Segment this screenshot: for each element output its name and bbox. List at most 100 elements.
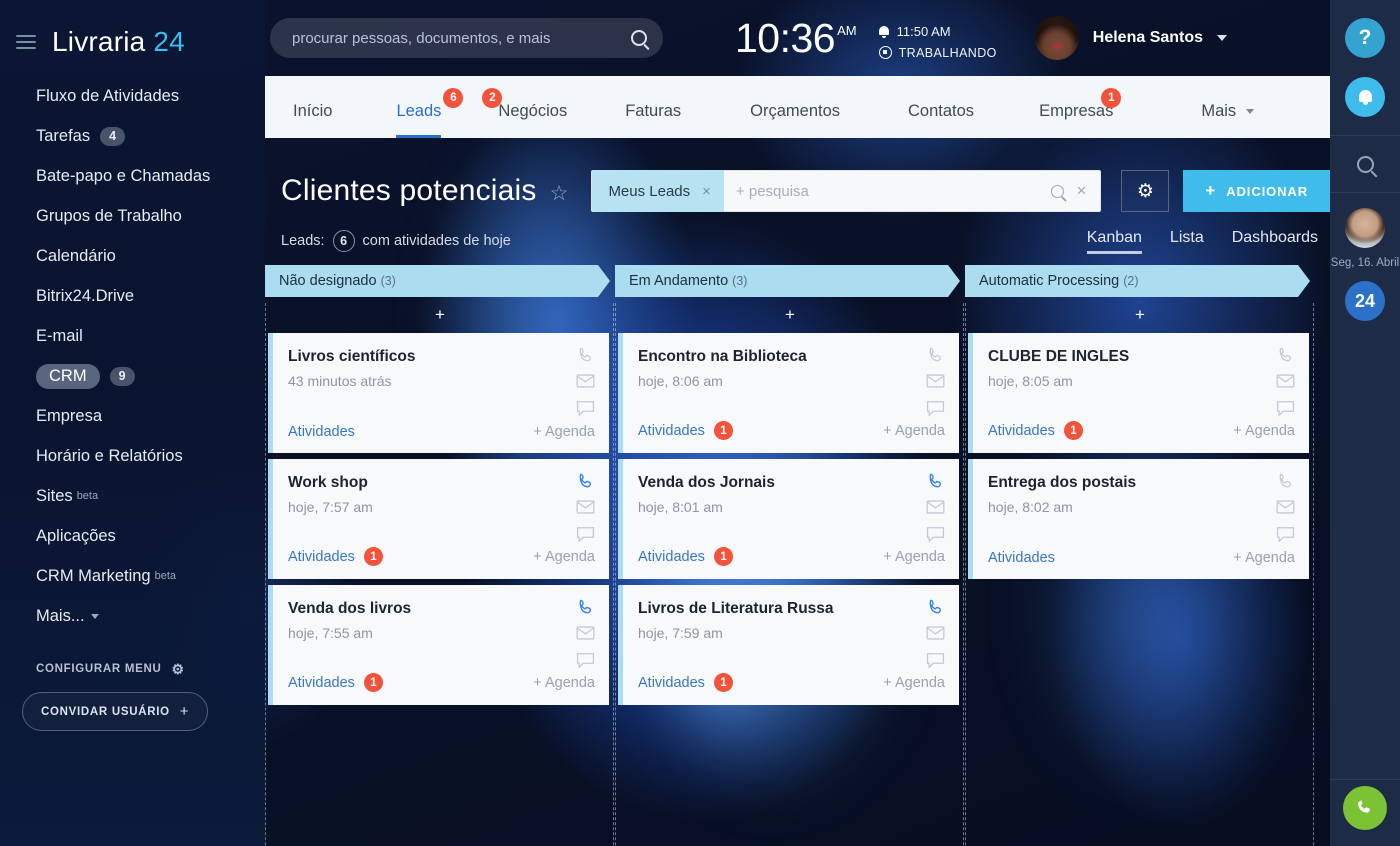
tab-faturas[interactable]: Faturas: [625, 102, 681, 138]
invite-user-button[interactable]: CONVIDAR USUÁRIO +: [22, 692, 209, 731]
email-icon[interactable]: [926, 499, 945, 518]
tab-empresas[interactable]: Empresas 1: [1039, 88, 1122, 138]
search-icon[interactable]: [631, 30, 647, 46]
tab-dashboards[interactable]: Dashboards: [1232, 229, 1318, 253]
filter-search-input[interactable]: [723, 182, 1052, 200]
kanban-card[interactable]: CLUBE DE INGLES hoje, 8:05 am Atividades…: [968, 333, 1309, 453]
chat-icon[interactable]: [576, 652, 595, 671]
email-icon[interactable]: [1276, 373, 1295, 392]
configure-menu-button[interactable]: CONFIGURAR MENU ⚙: [36, 662, 265, 676]
search-input[interactable]: [292, 29, 631, 47]
phone-icon[interactable]: [1276, 346, 1295, 365]
sidebar-item-aplicacoes[interactable]: Aplicações: [0, 516, 265, 556]
add-agenda-link[interactable]: + Agenda: [533, 424, 595, 440]
activities-link[interactable]: Atividades: [288, 424, 355, 440]
user-menu[interactable]: Helena Santos: [1034, 16, 1228, 60]
kanban-card[interactable]: Venda dos Jornais hoje, 8:01 am Atividad…: [618, 459, 959, 579]
search-icon[interactable]: [1051, 184, 1065, 198]
kanban-add-card-button[interactable]: +: [615, 297, 965, 333]
activities-link[interactable]: Atividades: [638, 423, 705, 439]
activities-link[interactable]: Atividades: [638, 549, 705, 565]
add-agenda-link[interactable]: + Agenda: [533, 675, 595, 691]
phone-icon[interactable]: [576, 598, 595, 617]
chat-icon[interactable]: [926, 400, 945, 419]
tab-contatos[interactable]: Contatos: [908, 102, 974, 138]
add-agenda-link[interactable]: + Agenda: [883, 423, 945, 439]
filter-chip-meus-leads[interactable]: Meus Leads ×: [592, 170, 724, 212]
chat-icon[interactable]: [926, 652, 945, 671]
notifications-button[interactable]: [1345, 77, 1385, 117]
chat-icon[interactable]: [1276, 526, 1295, 545]
help-button[interactable]: ?: [1345, 18, 1385, 58]
phone-icon[interactable]: [926, 346, 945, 365]
sidebar-item-horario-e-relatorios[interactable]: Horário e Relatórios: [0, 436, 265, 476]
phone-icon[interactable]: [576, 472, 595, 491]
chat-icon[interactable]: [1276, 400, 1295, 419]
email-icon[interactable]: [926, 373, 945, 392]
tab-negocios[interactable]: Negócios 2: [482, 88, 567, 138]
activities-link[interactable]: Atividades: [638, 675, 705, 691]
kanban-column-header[interactable]: Não designado (3): [265, 265, 610, 297]
email-icon[interactable]: [1276, 499, 1295, 518]
add-button[interactable]: + ADICIONAR: [1183, 170, 1330, 212]
tab-orcamentos[interactable]: Orçamentos: [750, 102, 840, 138]
add-agenda-link[interactable]: + Agenda: [883, 675, 945, 691]
sidebar-item-sites[interactable]: Sites beta: [0, 476, 265, 516]
email-icon[interactable]: [576, 499, 595, 518]
close-icon[interactable]: ×: [702, 183, 711, 200]
work-status-row[interactable]: TRABALHANDO: [878, 46, 997, 60]
sidebar-item-mais[interactable]: Mais...: [0, 596, 265, 636]
kanban-card[interactable]: Livros científicos 43 minutos atrás Ativ…: [268, 333, 609, 453]
kanban-column-header[interactable]: Em Andamento (3): [615, 265, 960, 297]
hamburger-menu-icon[interactable]: [16, 35, 36, 49]
kanban-card[interactable]: Encontro na Biblioteca hoje, 8:06 am Ati…: [618, 333, 959, 453]
activities-link[interactable]: Atividades: [288, 675, 355, 691]
tab-lista[interactable]: Lista: [1170, 229, 1204, 253]
activities-link[interactable]: Atividades: [288, 549, 355, 565]
tab-kanban[interactable]: Kanban: [1086, 229, 1143, 254]
sidebar-item-empresa[interactable]: Empresa: [0, 396, 265, 436]
kanban-add-card-button[interactable]: +: [265, 297, 615, 333]
sidebar-item-tarefas[interactable]: Tarefas 4: [0, 116, 265, 156]
email-icon[interactable]: [926, 625, 945, 644]
sidebar-item-bitrix24-drive[interactable]: Bitrix24.Drive: [0, 276, 265, 316]
tab-mais[interactable]: Mais: [1201, 102, 1254, 138]
chevron-down-icon[interactable]: [1217, 35, 1228, 41]
tab-inicio[interactable]: Início: [293, 102, 332, 138]
kanban-card[interactable]: Livros de Literatura Russa hoje, 7:59 am…: [618, 585, 959, 705]
filter-search-bar[interactable]: Meus Leads × ×: [591, 170, 1102, 212]
chat-icon[interactable]: [926, 526, 945, 545]
brand-title[interactable]: Livraria 24: [52, 26, 185, 58]
phone-icon[interactable]: [1276, 472, 1295, 491]
sidebar-item-grupos-de-trabalho[interactable]: Grupos de Trabalho: [0, 196, 265, 236]
add-agenda-link[interactable]: + Agenda: [533, 549, 595, 565]
phone-icon[interactable]: [926, 472, 945, 491]
avatar[interactable]: [1034, 16, 1079, 60]
clear-filter-icon[interactable]: ×: [1076, 181, 1086, 201]
chat-icon[interactable]: [576, 526, 595, 545]
kanban-card[interactable]: Entrega dos postais hoje, 8:02 am Ativid…: [968, 459, 1309, 579]
kanban-column-header[interactable]: Automatic Processing (2): [965, 265, 1310, 297]
kanban-card[interactable]: Venda dos livros hoje, 7:55 am Atividade…: [268, 585, 609, 705]
chat-icon[interactable]: [576, 400, 595, 419]
sidebar-item-email[interactable]: E-mail: [0, 316, 265, 356]
email-icon[interactable]: [576, 625, 595, 644]
sidebar-item-fluxo-de-atividades[interactable]: Fluxo de Atividades: [0, 76, 265, 116]
sidebar-item-crm-marketing[interactable]: CRM Marketing beta: [0, 556, 265, 596]
favorite-star-icon[interactable]: ☆: [550, 183, 569, 204]
call-button[interactable]: [1343, 786, 1387, 830]
phone-icon[interactable]: [576, 346, 595, 365]
alarm-row[interactable]: 11:50 AM: [879, 24, 997, 39]
settings-button[interactable]: ⚙: [1121, 170, 1170, 212]
sidebar-item-calendario[interactable]: Calendário: [0, 236, 265, 276]
bitrix24-logo[interactable]: 24: [1345, 281, 1385, 321]
tab-leads[interactable]: Leads 6: [396, 88, 464, 138]
sidebar-item-bate-papo-e-chamadas[interactable]: Bate-papo e Chamadas: [0, 156, 265, 196]
activities-link[interactable]: Atividades: [988, 550, 1055, 566]
sidebar-item-crm[interactable]: CRM 9: [0, 356, 265, 396]
avatar[interactable]: [1345, 208, 1385, 248]
activities-link[interactable]: Atividades: [988, 423, 1055, 439]
phone-icon[interactable]: [926, 598, 945, 617]
global-search-box[interactable]: [270, 18, 663, 58]
kanban-add-card-button[interactable]: +: [965, 297, 1315, 333]
